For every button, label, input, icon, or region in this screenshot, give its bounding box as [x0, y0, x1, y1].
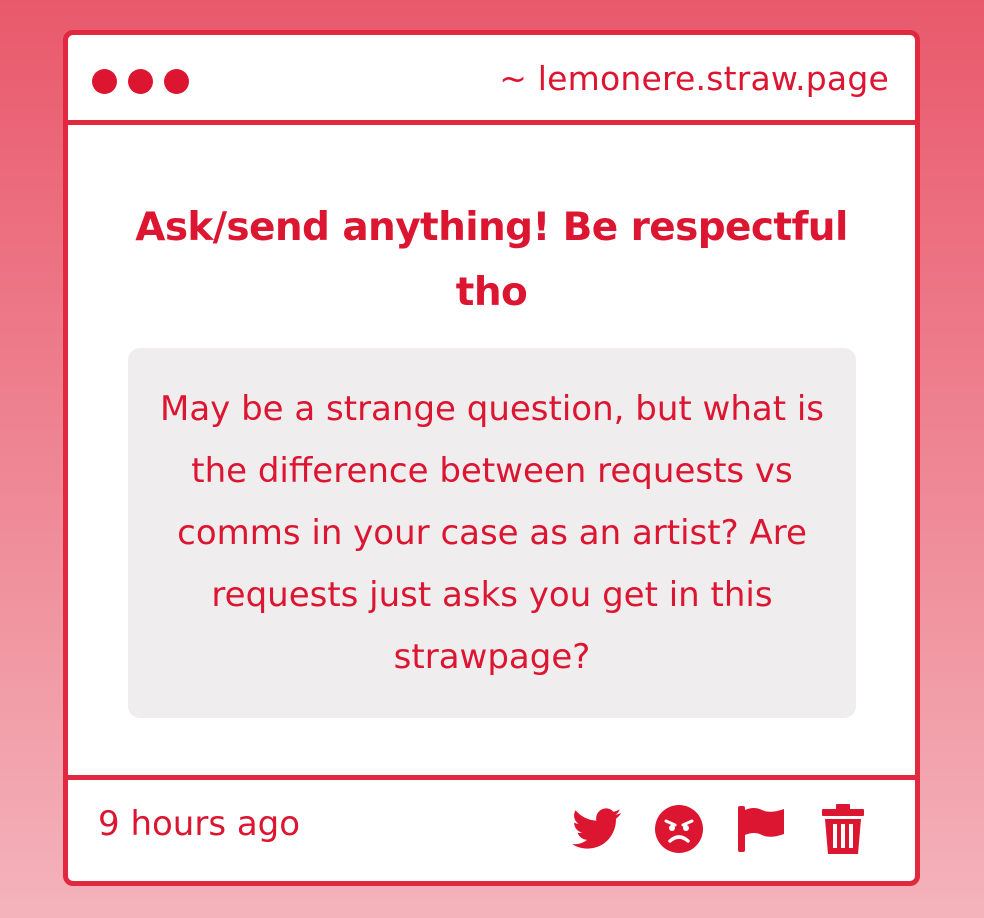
window-titlebar: ~ lemonere.straw.page [68, 35, 915, 125]
window-controls [92, 69, 189, 94]
angry-face-icon [655, 805, 703, 853]
delete-button[interactable] [817, 803, 869, 855]
action-bar [571, 803, 869, 855]
window-dot-3 [164, 69, 189, 94]
post-footer: 9 hours ago [68, 775, 915, 881]
block-user-button[interactable] [653, 803, 705, 855]
twitter-icon [572, 808, 622, 849]
twitter-share-button[interactable] [571, 803, 623, 855]
window-dot-1 [92, 69, 117, 94]
page-url: ~ lemonere.straw.page [499, 59, 889, 98]
window-dot-2 [128, 69, 153, 94]
flag-icon [738, 806, 784, 852]
trash-icon [822, 804, 864, 854]
post-card: ~ lemonere.straw.page Ask/send anything!… [63, 30, 920, 886]
report-button[interactable] [735, 803, 787, 855]
page-title: Ask/send anything! Be respectful tho [135, 205, 848, 315]
timestamp: 9 hours ago [98, 804, 301, 844]
question-box: May be a strange question, but what is t… [128, 348, 856, 718]
question-text: May be a strange question, but what is t… [159, 389, 825, 677]
